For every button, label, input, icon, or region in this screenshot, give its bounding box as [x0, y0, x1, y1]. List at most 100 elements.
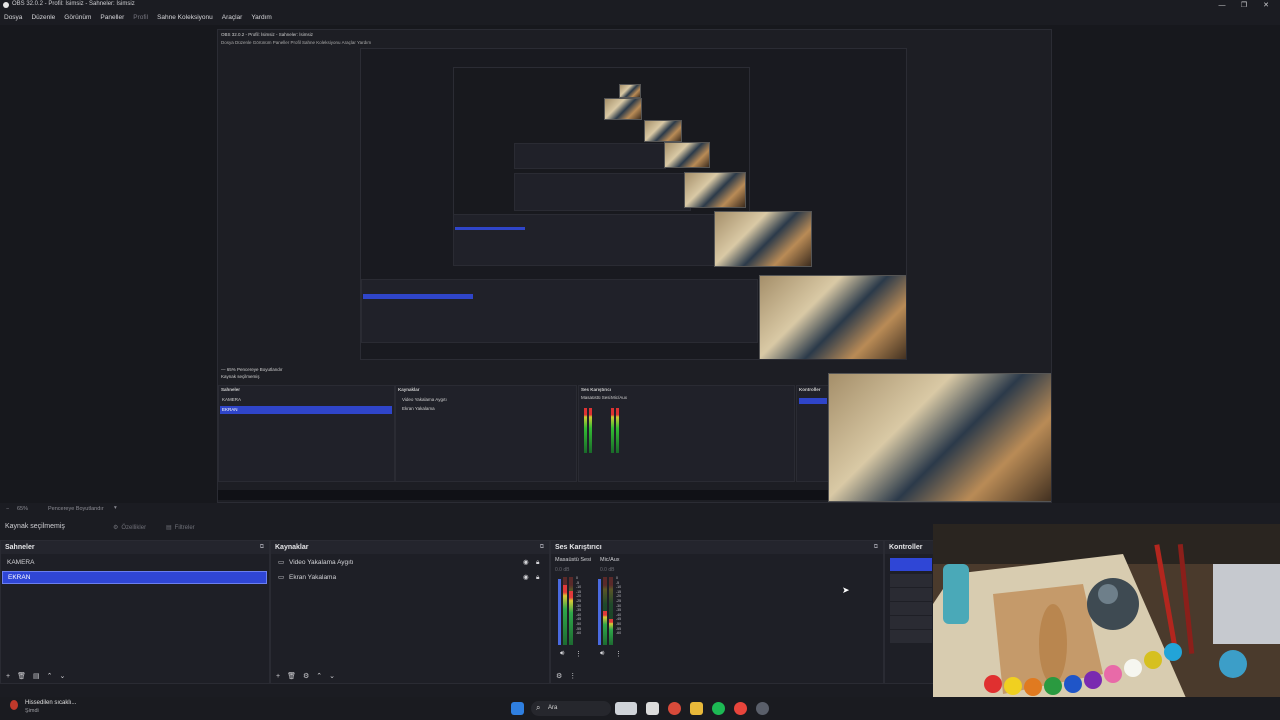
- properties-button[interactable]: ⚙ Özellikler: [113, 522, 146, 533]
- mic-volume-slider[interactable]: [598, 579, 601, 645]
- camera-icon: ▭: [278, 559, 285, 566]
- lock-icon[interactable]: 🔒︎: [536, 572, 539, 584]
- scenes-title: Sahneler: [5, 544, 35, 551]
- gear-icon: ⚙: [113, 525, 119, 531]
- controls-dock: Kontroller: [884, 540, 936, 684]
- visibility-eye-icon[interactable]: ◉: [523, 572, 529, 584]
- source-item-video-capture[interactable]: ▭ Video Yakalama Aygıtı ◉ 🔒︎: [275, 557, 543, 569]
- zoom-level[interactable]: 65%: [17, 506, 28, 512]
- chevron-down-icon[interactable]: ▾: [114, 505, 117, 511]
- channel-desktop-db: 0.0 dB: [555, 567, 570, 573]
- desktop-meter-right: [569, 591, 573, 645]
- add-scene-icon[interactable]: +: [6, 673, 10, 680]
- undock-icon[interactable]: ⧉: [260, 544, 264, 551]
- maximize-button[interactable]: ❐: [1234, 0, 1254, 11]
- advanced-audio-icon[interactable]: ⚙: [556, 672, 562, 680]
- taskbar: Hissedilen sıcaklı... Şimdi ⌕ Ara: [0, 697, 1280, 720]
- nested-camera-5: [619, 84, 641, 98]
- nested-mixer-dock: Ses Karıştırıcı Masaüstü Sesi Mic/Aux: [578, 385, 795, 482]
- sources-footer: + 🗑 ⚙ ⌃ ⌄: [271, 669, 549, 683]
- move-down-icon[interactable]: ⌄: [59, 672, 65, 680]
- visibility-eye-icon[interactable]: ◉: [523, 557, 529, 569]
- lock-icon[interactable]: 🔒︎: [536, 557, 539, 569]
- source-item-screen-capture[interactable]: ▭ Ekran Yakalama ◉ 🔒︎: [275, 572, 543, 584]
- start-streaming-button[interactable]: [890, 558, 932, 571]
- mic-menu-icon[interactable]: ⋮: [615, 650, 622, 658]
- file-explorer-icon[interactable]: [690, 702, 703, 715]
- exit-button[interactable]: [890, 630, 932, 643]
- obs-taskbar-icon[interactable]: [756, 702, 769, 715]
- nested-obs-level-1: OBS 32.0.2 - Profil: İsimsiz - Sahneler:…: [217, 29, 1052, 503]
- nested-camera-2: [684, 172, 746, 208]
- nested-camera-level-1: [759, 275, 906, 359]
- search-box[interactable]: ⌕ Ara: [531, 701, 611, 716]
- virtual-camera-button[interactable]: [890, 588, 932, 601]
- notification-sub: Şimdi: [25, 708, 39, 714]
- webcam-image: [933, 524, 1280, 715]
- chrome-icon[interactable]: [734, 702, 747, 715]
- filter-icon: ▤: [166, 525, 172, 531]
- menu-edit[interactable]: Düzenle: [31, 12, 55, 24]
- scene-item-kamera[interactable]: KAMERA: [2, 557, 267, 569]
- search-placeholder: Ara: [548, 705, 558, 711]
- mixer-title: Ses Karıştırıcı: [555, 544, 602, 551]
- settings-button[interactable]: [890, 616, 932, 629]
- nested-camera-4: [604, 98, 642, 120]
- sources-title: Kaynaklar: [275, 544, 309, 551]
- nested-scenes-dock: Sahneler KAMERA: [218, 385, 395, 482]
- menu-view[interactable]: Görünüm: [64, 12, 91, 24]
- scene-filters-icon[interactable]: ▤: [33, 672, 40, 680]
- move-down-icon[interactable]: ⌄: [329, 672, 335, 680]
- desktop-volume-slider[interactable]: [558, 579, 561, 645]
- desktop-meter-left: [563, 585, 567, 645]
- source-toolbar: Kaynak seçilmemiş ⚙ Özellikler ▤ Filtrel…: [0, 518, 930, 536]
- remove-source-icon[interactable]: 🗑: [287, 672, 296, 680]
- close-button[interactable]: ✕: [1256, 0, 1276, 11]
- menu-tools[interactable]: Araçlar: [222, 12, 243, 24]
- menu-help[interactable]: Yardım: [251, 12, 271, 24]
- move-up-icon[interactable]: ⌃: [316, 672, 322, 680]
- menu-profile[interactable]: Profil: [133, 12, 148, 24]
- zoom-mode[interactable]: Pencereye Boyutlandır: [48, 506, 104, 512]
- menu-docks[interactable]: Paneller: [100, 12, 124, 24]
- widgets-icon[interactable]: [615, 702, 637, 715]
- webcam-overlay: [933, 524, 1280, 715]
- add-source-icon[interactable]: +: [276, 673, 280, 680]
- scene-item-ekran[interactable]: EKRAN: [2, 571, 267, 584]
- task-view-icon[interactable]: [646, 702, 659, 715]
- mic-mute-icon[interactable]: 🔊︎: [600, 650, 604, 658]
- desktop-mute-icon[interactable]: 🔊︎: [560, 650, 564, 658]
- zoom-out-icon[interactable]: −: [6, 506, 9, 512]
- preview-canvas[interactable]: OBS 32.0.2 - Profil: İsimsiz - Sahneler:…: [0, 25, 1280, 503]
- nested-obs-level-3: [453, 67, 750, 219]
- minimize-button[interactable]: —: [1212, 0, 1232, 11]
- start-recording-button[interactable]: [890, 574, 932, 587]
- mic-meter-left: [603, 611, 607, 645]
- mixer-menu-icon[interactable]: ⋮: [569, 672, 576, 680]
- spotify-icon[interactable]: [712, 702, 725, 715]
- desktop-menu-icon[interactable]: ⋮: [575, 650, 582, 658]
- menu-scene-collection[interactable]: Sahne Koleksiyonu: [157, 12, 213, 24]
- notification-title[interactable]: Hissedilen sıcaklı...: [25, 700, 76, 706]
- app-icon[interactable]: [668, 702, 681, 715]
- studio-mode-button[interactable]: [890, 602, 932, 615]
- mic-db-scale: 0 -5 -10 -15 -20 -25 -30 -35 -40 -45 -50 -55 -60: [616, 576, 622, 636]
- nested-sources-dock: Kaynaklar Video Yakalama Aygıtı Ekran Ya…: [395, 385, 577, 482]
- obs-logo-icon: [3, 2, 9, 8]
- undock-icon[interactable]: ⧉: [540, 544, 544, 551]
- move-up-icon[interactable]: ⌃: [47, 672, 53, 680]
- nested-menu: Dosya Düzenle Görünüm Paneller Profil Sa…: [221, 40, 372, 45]
- sources-dock: Kaynaklar ⧉ ▭ Video Yakalama Aygıtı ◉ 🔒︎…: [270, 540, 550, 684]
- menu-file[interactable]: Dosya: [4, 12, 22, 24]
- remove-scene-icon[interactable]: 🗑: [17, 672, 26, 680]
- zoom-strip: − 65% Pencereye Boyutlandır ▾: [0, 504, 300, 516]
- weather-icon[interactable]: [10, 700, 18, 710]
- nested-taskbar: [218, 490, 828, 500]
- filters-button[interactable]: ▤ Filtreler: [166, 522, 195, 533]
- nested-title: OBS 32.0.2 - Profil: İsimsiz - Sahneler:…: [221, 32, 314, 37]
- start-icon[interactable]: [511, 702, 524, 715]
- source-properties-icon[interactable]: ⚙: [303, 672, 309, 680]
- no-source-label: Kaynak seçilmemiş: [5, 523, 65, 530]
- mouse-cursor-icon: ➤: [842, 585, 850, 595]
- undock-icon[interactable]: ⧉: [874, 544, 878, 551]
